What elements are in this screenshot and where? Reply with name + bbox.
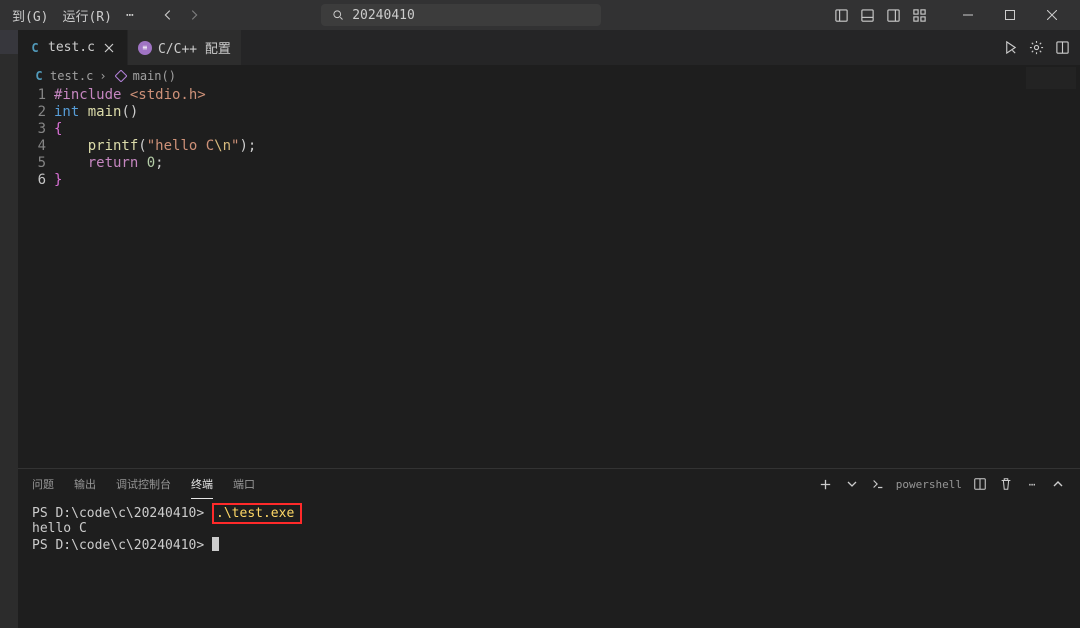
breadcrumb[interactable]: C test.c › main() <box>18 65 1080 87</box>
line-number: 4 <box>18 138 46 155</box>
maximize-button[interactable] <box>990 0 1030 30</box>
panel-tab-2[interactable]: 调试控制台 <box>116 470 171 498</box>
minimap[interactable] <box>1026 67 1076 89</box>
search-icon <box>330 7 346 23</box>
settings-icon[interactable] <box>1028 40 1044 56</box>
panel-tab-1[interactable]: 输出 <box>74 470 96 498</box>
ellipsis-icon[interactable]: ⋯ <box>1024 476 1040 492</box>
activity-bar <box>0 30 18 628</box>
window-controls <box>948 0 1072 30</box>
code-line: printf("hello C\n"); <box>54 138 1080 155</box>
line-number: 1 <box>18 87 46 104</box>
terminal-line: PS D:\code\c\20240410> <box>32 537 1066 554</box>
line-number: 2 <box>18 104 46 121</box>
code-line: { <box>54 121 1080 138</box>
title-bar: 到(G) 运行(R) ⋯ 20240410 <box>0 0 1080 30</box>
editor-tabs: C test.c ≡ C/C++ 配置 <box>18 30 1080 65</box>
editor-actions <box>992 40 1080 56</box>
toggle-secondary-sidebar-icon[interactable] <box>886 7 902 23</box>
panel-tabs: 问题输出调试控制台终端端口 powershell ⋯ <box>18 469 1080 499</box>
menu-run[interactable]: 运行(R) <box>58 4 115 27</box>
panel-tab-3[interactable]: 终端 <box>191 470 213 499</box>
breadcrumb-file: test.c <box>50 69 93 83</box>
terminal-kind-label: powershell <box>896 478 962 491</box>
code-editor[interactable]: 123456 #include <stdio.h>int main(){ pri… <box>18 87 1080 468</box>
c-file-icon: C <box>28 41 42 55</box>
panel-actions: powershell ⋯ <box>818 476 1066 492</box>
panel-tab-0[interactable]: 问题 <box>32 470 54 498</box>
menu-ellipsis[interactable]: ⋯ <box>122 6 138 25</box>
nav-arrows <box>160 7 202 23</box>
code-content: #include <stdio.h>int main(){ printf("he… <box>54 87 1080 468</box>
close-button[interactable] <box>1032 0 1072 30</box>
code-line: return 0; <box>54 155 1080 172</box>
run-icon[interactable] <box>1002 40 1018 56</box>
function-icon <box>113 68 129 84</box>
panel-tab-4[interactable]: 端口 <box>233 470 255 498</box>
workbench-layout: C test.c ≡ C/C++ 配置 C test.c › main() <box>0 30 1080 628</box>
chevron-up-icon[interactable] <box>1050 476 1066 492</box>
trash-icon[interactable] <box>998 476 1014 492</box>
line-gutter: 123456 <box>18 87 54 468</box>
tab-label: C/C++ 配置 <box>158 38 231 57</box>
new-terminal-icon[interactable] <box>818 476 834 492</box>
chevron-right-icon: › <box>99 69 106 83</box>
code-line: } <box>54 172 1080 189</box>
search-text: 20240410 <box>352 8 415 23</box>
line-number: 6 <box>18 172 46 189</box>
toggle-primary-sidebar-icon[interactable] <box>834 7 850 23</box>
split-editor-icon[interactable] <box>1054 40 1070 56</box>
forward-icon[interactable] <box>186 7 202 23</box>
back-icon[interactable] <box>160 7 176 23</box>
tab-ccpp-config[interactable]: ≡ C/C++ 配置 <box>128 30 242 65</box>
menu-go[interactable]: 到(G) <box>8 4 52 27</box>
c-file-icon: C <box>32 69 46 83</box>
code-line: int main() <box>54 104 1080 121</box>
line-number: 3 <box>18 121 46 138</box>
line-number: 5 <box>18 155 46 172</box>
activity-item[interactable] <box>0 30 18 54</box>
tab-label: test.c <box>48 40 95 55</box>
editor-area: C test.c ≡ C/C++ 配置 C test.c › main() <box>18 30 1080 628</box>
breadcrumb-symbol: main() <box>133 69 176 83</box>
terminal-line: hello C <box>32 520 1066 537</box>
minimize-button[interactable] <box>948 0 988 30</box>
layout-controls <box>834 7 928 23</box>
title-left: 到(G) 运行(R) ⋯ <box>8 4 202 27</box>
customize-layout-icon[interactable] <box>912 7 928 23</box>
tab-test-c[interactable]: C test.c <box>18 30 128 65</box>
close-icon[interactable] <box>101 40 117 56</box>
toggle-panel-icon[interactable] <box>860 7 876 23</box>
terminal[interactable]: PS D:\code\c\20240410> .\test.exehello C… <box>18 499 1080 628</box>
powershell-icon <box>870 476 886 492</box>
terminal-line: PS D:\code\c\20240410> .\test.exe <box>32 503 1066 520</box>
chevron-down-icon[interactable] <box>844 476 860 492</box>
command-palette[interactable]: 20240410 <box>321 4 601 26</box>
split-terminal-icon[interactable] <box>972 476 988 492</box>
code-line: #include <stdio.h> <box>54 87 1080 104</box>
ccpp-icon: ≡ <box>138 41 152 55</box>
bottom-panel: 问题输出调试控制台终端端口 powershell ⋯ PS D:\code\c\… <box>18 468 1080 628</box>
